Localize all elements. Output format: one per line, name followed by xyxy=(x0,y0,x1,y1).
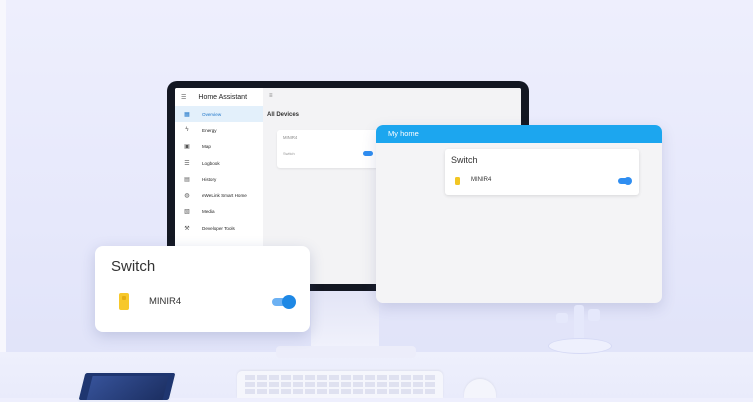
sidebar-item-label: Logbook xyxy=(202,160,220,166)
plant-pot xyxy=(548,338,612,354)
ha-app-title: Home Assistant xyxy=(198,93,248,101)
sidebar-item-label: eWeLink Smart Home xyxy=(202,193,247,199)
map-icon: ▣ xyxy=(184,144,190,151)
switch-card-title: Switch xyxy=(111,258,156,275)
switch-card: Switch MINIR4 xyxy=(95,246,310,332)
ha-device-toggle[interactable] xyxy=(363,151,373,156)
ha-device-card-title: MINIR4 xyxy=(283,135,298,140)
ha-sidebar-header: ☰ Home Assistant xyxy=(175,88,263,106)
menu-icon[interactable]: ≡ xyxy=(269,93,273,99)
keyboard-illustration xyxy=(237,371,443,398)
switch-device-icon xyxy=(455,177,460,185)
menu-collapse-icon[interactable]: ☰ xyxy=(181,94,186,101)
monitor-stand-base xyxy=(276,346,416,358)
sidebar-item-history[interactable]: ▤ History xyxy=(175,171,263,187)
my-home-panel: My home Switch MINIR4 xyxy=(376,125,662,303)
my-home-card-title: Switch xyxy=(451,155,478,165)
lightning-icon: ϟ xyxy=(185,127,189,134)
sidebar-item-label: Overview xyxy=(202,111,222,117)
sidebar-item-label: History xyxy=(202,176,217,182)
my-home-header: My home xyxy=(376,125,662,143)
sidebar-item-label: Map xyxy=(202,144,211,150)
my-home-switch-card: Switch MINIR4 xyxy=(445,149,639,195)
switch-device-toggle[interactable] xyxy=(272,295,296,309)
sidebar-item-ewelink-smart-home[interactable]: ◍ eWeLink Smart Home xyxy=(175,187,263,203)
ha-page-heading: All Devices xyxy=(267,112,300,118)
media-icon: ▧ xyxy=(184,209,190,216)
chart-icon: ▤ xyxy=(184,176,190,183)
sidebar-item-media[interactable]: ▧ Media xyxy=(175,204,263,220)
switch-device-icon xyxy=(119,293,129,310)
ha-sidebar-list: ▦ Overview ϟ Energy ▣ Map ☰ Logbook ▤ History ◍ eWe… xyxy=(175,106,263,236)
background-edge xyxy=(0,0,6,398)
my-home-device-toggle[interactable] xyxy=(618,177,632,185)
sidebar-item-label: Energy xyxy=(202,127,217,133)
ha-device-card[interactable]: MINIR4 Switch xyxy=(277,130,379,168)
phone-illustration xyxy=(76,371,178,402)
list-icon: ☰ xyxy=(184,160,190,167)
sidebar-item-developer-tools[interactable]: ⚒ Developer Tools xyxy=(175,220,263,236)
sidebar-item-overview[interactable]: ▦ Overview xyxy=(175,106,263,123)
sidebar-item-map[interactable]: ▣ Map xyxy=(175,139,263,155)
wrench-icon: ⚒ xyxy=(184,225,190,232)
monitor-stand xyxy=(311,292,379,350)
phone-screen xyxy=(86,376,169,400)
ha-device-card-label: Switch xyxy=(283,151,295,156)
keyboard-keys xyxy=(245,382,435,387)
sidebar-item-logbook[interactable]: ☰ Logbook xyxy=(175,155,263,171)
switch-device-name[interactable]: MINIR4 xyxy=(149,296,181,307)
keyboard-keys xyxy=(245,375,435,380)
sidebar-item-energy[interactable]: ϟ Energy xyxy=(175,122,263,138)
sidebar-item-label: Developer Tools xyxy=(202,225,235,231)
grid-icon: ▦ xyxy=(184,111,190,118)
globe-icon: ◍ xyxy=(184,193,190,200)
keyboard-keys xyxy=(245,389,435,394)
plant-illustration xyxy=(556,305,602,341)
my-home-device-name[interactable]: MINIR4 xyxy=(471,177,491,183)
sidebar-item-label: Media xyxy=(202,209,215,215)
